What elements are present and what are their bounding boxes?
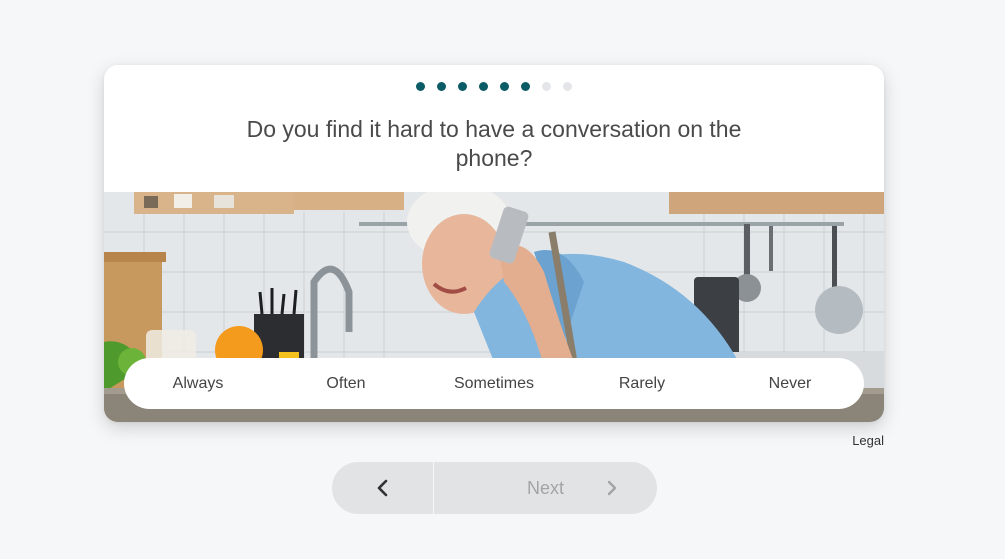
question-text: Do you find it hard to have a conversati… [246, 116, 742, 171]
legal-link[interactable]: Legal [852, 433, 884, 448]
progress-dot [416, 82, 425, 91]
answer-option-often[interactable]: Often [272, 358, 420, 409]
answer-option-rarely[interactable]: Rarely [568, 358, 716, 409]
next-button[interactable]: Next [434, 462, 657, 514]
answer-option-always[interactable]: Always [124, 358, 272, 409]
chevron-right-icon [607, 480, 617, 496]
progress-dot [479, 82, 488, 91]
answer-options: Always Often Sometimes Rarely Never [124, 358, 864, 409]
progress-dot [563, 82, 572, 91]
back-button[interactable] [332, 462, 434, 514]
next-button-label: Next [526, 477, 564, 498]
progress-dot [437, 82, 446, 91]
answer-option-never[interactable]: Never [716, 358, 864, 409]
answer-option-sometimes[interactable]: Sometimes [420, 358, 568, 409]
progress-dot [500, 82, 509, 91]
chevron-left-icon [377, 479, 387, 497]
navigation-bar: Next [332, 462, 657, 514]
progress-dots [104, 82, 884, 91]
question-card: Do you find it hard to have a conversati… [104, 65, 884, 422]
progress-dot [542, 82, 551, 91]
progress-dot [458, 82, 467, 91]
progress-dot [521, 82, 530, 91]
